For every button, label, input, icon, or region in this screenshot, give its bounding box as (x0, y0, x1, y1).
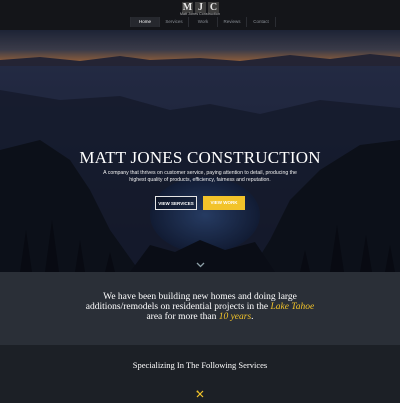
intro-years: 10 years (218, 312, 252, 322)
services-title: Specializing In The Following Services (132, 360, 268, 370)
nav-item-work[interactable]: Work (188, 17, 217, 27)
intro-text: We have been building new homes and doin… (80, 292, 320, 322)
intro-text-end: . (251, 312, 254, 322)
tools-icon (196, 385, 204, 398)
nav-item-services[interactable]: Services (159, 17, 188, 27)
view-work-button[interactable]: VIEW WORK (203, 196, 245, 210)
hero-description: A company that thrives on customer servi… (103, 170, 297, 183)
intro-location: Lake Tahoe (270, 302, 315, 312)
intro-text-part1: We have been building new homes and doin… (85, 292, 297, 312)
nav-item-reviews[interactable]: Reviews (217, 17, 246, 27)
nav-item-home[interactable]: Home (130, 17, 159, 27)
main-nav: Home Services Work Reviews Contact (130, 17, 276, 27)
hero-title: MATT JONES CONSTRUCTION (79, 148, 321, 167)
logo-subtitle: Matt Jones Construction (179, 12, 221, 16)
intro-text-part2: area for more than (146, 312, 219, 322)
view-services-button[interactable]: VIEW SERVICES (155, 196, 197, 210)
nav-item-contact[interactable]: Contact (246, 17, 276, 27)
top-header: M J C Matt Jones Construction Home Servi… (0, 0, 400, 30)
hero-section: MATT JONES CONSTRUCTION A company that t… (0, 30, 400, 272)
